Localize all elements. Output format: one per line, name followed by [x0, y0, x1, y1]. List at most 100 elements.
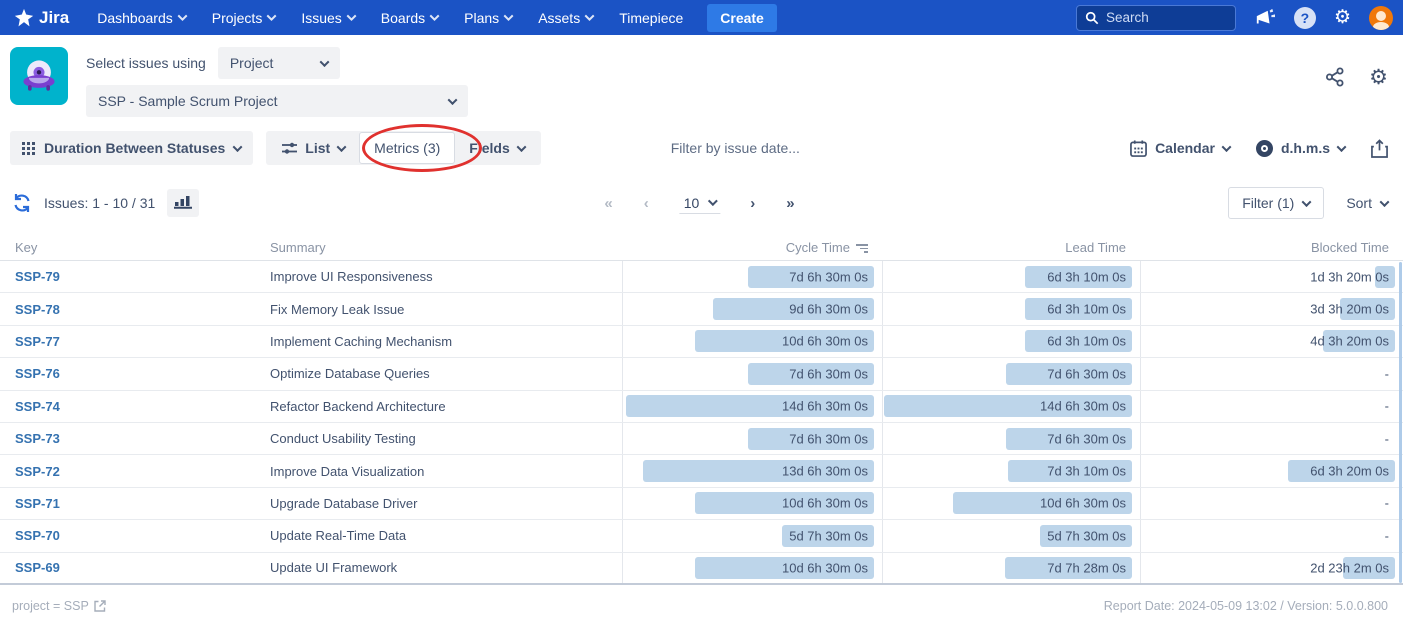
lead-time-cell: 7d 3h 10m 0s	[882, 455, 1140, 486]
table-row: SSP-74Refactor Backend Architecture14d 6…	[0, 391, 1403, 423]
lead-time-cell: 10d 6h 30m 0s	[882, 488, 1140, 519]
cycle-time-value: 7d 6h 30m 0s	[789, 366, 868, 381]
issue-key-link[interactable]: SSP-71	[15, 496, 60, 511]
project-select[interactable]: SSP - Sample Scrum Project	[86, 85, 468, 117]
col-header-lead-time[interactable]: Lead Time	[882, 240, 1140, 255]
issues-table: Key Summary Cycle Time Lead Time Blocked…	[0, 235, 1403, 585]
blocked-time-value: -	[1385, 496, 1389, 511]
tab-metrics[interactable]: Metrics (3)	[359, 132, 455, 164]
nav-item-assets[interactable]: Assets	[538, 10, 593, 26]
nav-item-projects[interactable]: Projects	[212, 10, 276, 26]
filter-button-label: Filter (1)	[1242, 195, 1294, 211]
issue-key-link[interactable]: SSP-74	[15, 399, 60, 414]
jira-logo-text: Jira	[39, 8, 69, 28]
create-button[interactable]: Create	[707, 4, 777, 32]
last-page-button[interactable]: »	[786, 195, 795, 212]
search-box[interactable]	[1076, 5, 1236, 31]
chevron-down-icon	[1380, 197, 1390, 207]
next-page-button[interactable]: ›	[750, 195, 756, 212]
chevron-down-icon	[504, 11, 514, 21]
cycle-time-value: 10d 6h 30m 0s	[782, 334, 868, 349]
issues-count-label: Issues: 1 - 10 / 31	[44, 195, 155, 211]
tab-fields[interactable]: Fields	[455, 131, 538, 165]
jira-logo[interactable]: Jira	[14, 8, 69, 28]
issue-summary: Refactor Backend Architecture	[270, 391, 622, 422]
cycle-time-value: 7d 6h 30m 0s	[789, 269, 868, 284]
col-header-blocked-time[interactable]: Blocked Time	[1140, 240, 1403, 255]
issue-key-link[interactable]: SSP-72	[15, 464, 60, 479]
issue-summary: Improve UI Responsiveness	[270, 261, 622, 292]
calendar-select[interactable]: Calendar	[1130, 140, 1230, 157]
chevron-down-icon	[337, 142, 347, 152]
table-row: SSP-76 Optimize Database Queries 7d 6h 30m…	[0, 358, 1403, 390]
settings-icon[interactable]: ⚙	[1334, 8, 1351, 27]
export-icon[interactable]	[1371, 139, 1388, 158]
calendar-icon	[1130, 140, 1147, 157]
lead-time-value: 6d 3h 10m 0s	[1047, 269, 1126, 284]
nav-item-boards[interactable]: Boards	[381, 10, 438, 26]
blocked-time-cell: 2d 23h 2m 0s	[1140, 553, 1403, 583]
first-page-button[interactable]: «	[604, 195, 613, 212]
issue-key-link[interactable]: SSP-79	[15, 269, 60, 284]
lead-time-cell: 6d 3h 10m 0s	[882, 261, 1140, 292]
cycle-time-label: Cycle Time	[786, 240, 850, 255]
chevron-down-icon	[267, 11, 277, 21]
chevron-down-icon	[346, 11, 356, 21]
sliders-icon	[282, 142, 297, 155]
lead-time-cell: 5d 7h 30m 0s	[882, 520, 1140, 551]
blocked-time-cell: -	[1140, 520, 1403, 551]
help-icon[interactable]: ?	[1294, 7, 1316, 29]
table-row: SSP-78Fix Memory Leak Issue9d 6h 30m 0s6…	[0, 293, 1403, 325]
vertical-scrollbar[interactable]	[1399, 262, 1402, 583]
blocked-time-value: 3d 3h 20m 0s	[1310, 302, 1389, 317]
report-settings-icon[interactable]: ⚙	[1369, 67, 1388, 117]
jql-link[interactable]: project = SSP	[12, 599, 106, 613]
cycle-time-cell: 10d 6h 30m 0s	[622, 553, 882, 583]
issue-key-link[interactable]: SSP-78	[15, 302, 60, 317]
issue-key-link[interactable]: SSP-70	[15, 528, 60, 543]
announcements-icon[interactable]	[1254, 8, 1276, 28]
nav-item-plans[interactable]: Plans	[464, 10, 512, 26]
lead-time-value: 6d 3h 10m 0s	[1047, 302, 1126, 317]
lead-time-value: 14d 6h 30m 0s	[1040, 399, 1126, 414]
issue-key-link[interactable]: SSP-77	[15, 334, 60, 349]
issue-key-link[interactable]: SSP-69	[15, 560, 60, 575]
user-avatar[interactable]	[1369, 6, 1393, 30]
cycle-time-cell: 14d 6h 30m 0s	[622, 391, 882, 422]
nav-menu: Dashboards Projects Issues Boards Plans Asset…	[97, 10, 683, 26]
report-type-select[interactable]: Duration Between Statuses	[10, 131, 253, 165]
share-icon[interactable]	[1325, 67, 1345, 117]
issue-key-link[interactable]: SSP-73	[15, 431, 60, 446]
col-header-key[interactable]: Key	[0, 240, 270, 255]
cycle-time-value: 13d 6h 30m 0s	[782, 464, 868, 479]
issue-source-select[interactable]: Project	[218, 47, 340, 79]
time-format-select[interactable]: d.h.m.s	[1256, 140, 1345, 157]
chevron-down-icon	[1302, 197, 1312, 207]
col-header-summary[interactable]: Summary	[270, 240, 622, 255]
filter-button[interactable]: Filter (1)	[1228, 187, 1324, 219]
nav-item-label: Projects	[212, 10, 263, 26]
issue-summary: Optimize Database Queries	[270, 358, 622, 389]
search-input[interactable]	[1106, 10, 1216, 25]
tab-list[interactable]: List	[268, 131, 359, 165]
col-header-cycle-time[interactable]: Cycle Time	[622, 240, 882, 255]
report-toolbar: Duration Between Statuses List Metrics (…	[10, 131, 1388, 165]
blocked-time-cell: -	[1140, 358, 1403, 389]
issue-key-link[interactable]: SSP-76	[15, 366, 60, 381]
top-navbar: Jira Dashboards Projects Issues Boards Plans…	[0, 0, 1403, 35]
issue-date-filter-input[interactable]: Filter by issue date...	[671, 140, 800, 156]
tab-list-label: List	[305, 140, 330, 156]
page-size-select[interactable]: 10	[680, 193, 721, 214]
cycle-time-cell: 10d 6h 30m 0s	[622, 326, 882, 357]
sort-button[interactable]: Sort	[1346, 195, 1388, 211]
blocked-time-value: -	[1385, 528, 1389, 543]
chart-view-button[interactable]	[167, 189, 199, 217]
prev-page-button[interactable]: ‹	[644, 195, 650, 212]
blocked-time-value: 6d 3h 20m 0s	[1310, 464, 1389, 479]
nav-item-timepiece[interactable]: Timepiece	[619, 10, 683, 26]
refresh-icon[interactable]	[12, 193, 32, 213]
nav-item-dashboards[interactable]: Dashboards	[97, 10, 186, 26]
nav-item-issues[interactable]: Issues	[301, 10, 354, 26]
table-header: Key Summary Cycle Time Lead Time Blocked…	[0, 235, 1403, 261]
lead-time-value: 6d 3h 10m 0s	[1047, 334, 1126, 349]
